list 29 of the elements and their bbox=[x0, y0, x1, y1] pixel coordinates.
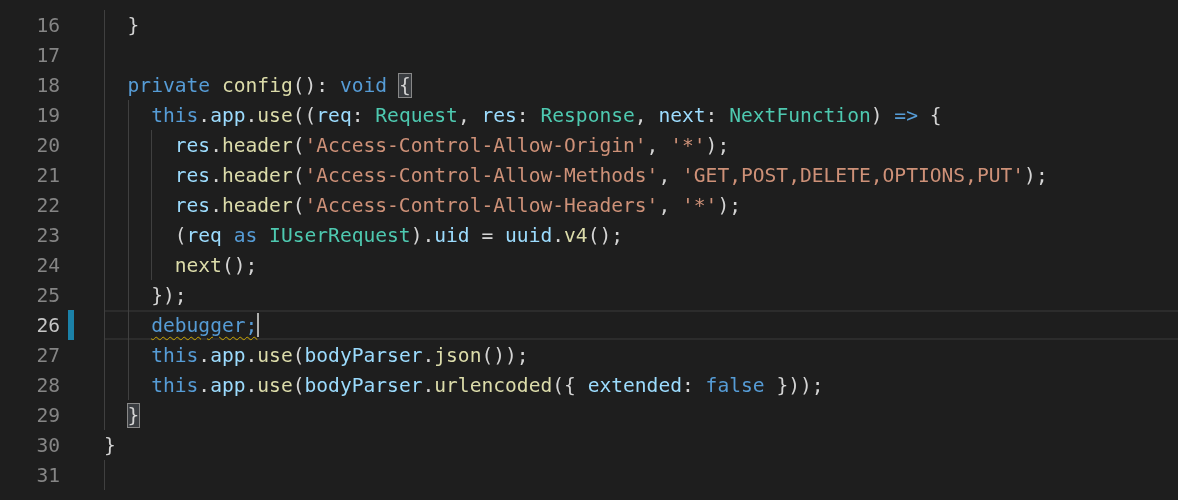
code-line: }); bbox=[151, 283, 187, 307]
line-number: 25 bbox=[35, 283, 60, 307]
code-line: (req as IUserRequest).uid = uuid.v4(); bbox=[174, 223, 623, 247]
line-number: 26 bbox=[35, 313, 60, 337]
line-number: 19 bbox=[35, 103, 60, 127]
line-number: 21 bbox=[35, 163, 60, 187]
line-number: 18 bbox=[35, 73, 60, 97]
code-line: } bbox=[127, 13, 140, 37]
line-number: 29 bbox=[35, 403, 60, 427]
line-number: 28 bbox=[35, 373, 60, 397]
code-line: next(); bbox=[174, 253, 258, 277]
code-line: private config(): void { bbox=[127, 73, 411, 97]
code-line: debugger; bbox=[151, 313, 258, 337]
code-line: this.app.use(bodyParser.urlencoded({ extended: false })); bbox=[151, 373, 824, 397]
line-number: 27 bbox=[35, 343, 60, 367]
line-number: 30 bbox=[35, 433, 60, 457]
line-number: 17 bbox=[35, 43, 60, 67]
code-line: } bbox=[104, 433, 116, 457]
line-number: 23 bbox=[35, 223, 60, 247]
code-line: res.header('Access-Control-Allow-Headers', '*'); bbox=[174, 193, 741, 217]
line-number: 24 bbox=[35, 253, 60, 277]
code-line: res.header('Access-Control-Allow-Origin', '*'); bbox=[174, 133, 730, 157]
code-line: this.app.use(bodyParser.json()); bbox=[151, 343, 529, 367]
code-line: res.header('Access-Control-Allow-Methods', 'GET,POST,DELETE,OPTIONS,PUT'); bbox=[174, 163, 1048, 187]
line-number: 22 bbox=[35, 193, 60, 217]
line-number: 31 bbox=[35, 463, 60, 487]
line-number: 16 bbox=[35, 13, 60, 37]
line-number: 20 bbox=[35, 133, 60, 157]
code-line: this.app.use((req: Request, res: Response, next: NextFunction) => { bbox=[151, 103, 942, 127]
